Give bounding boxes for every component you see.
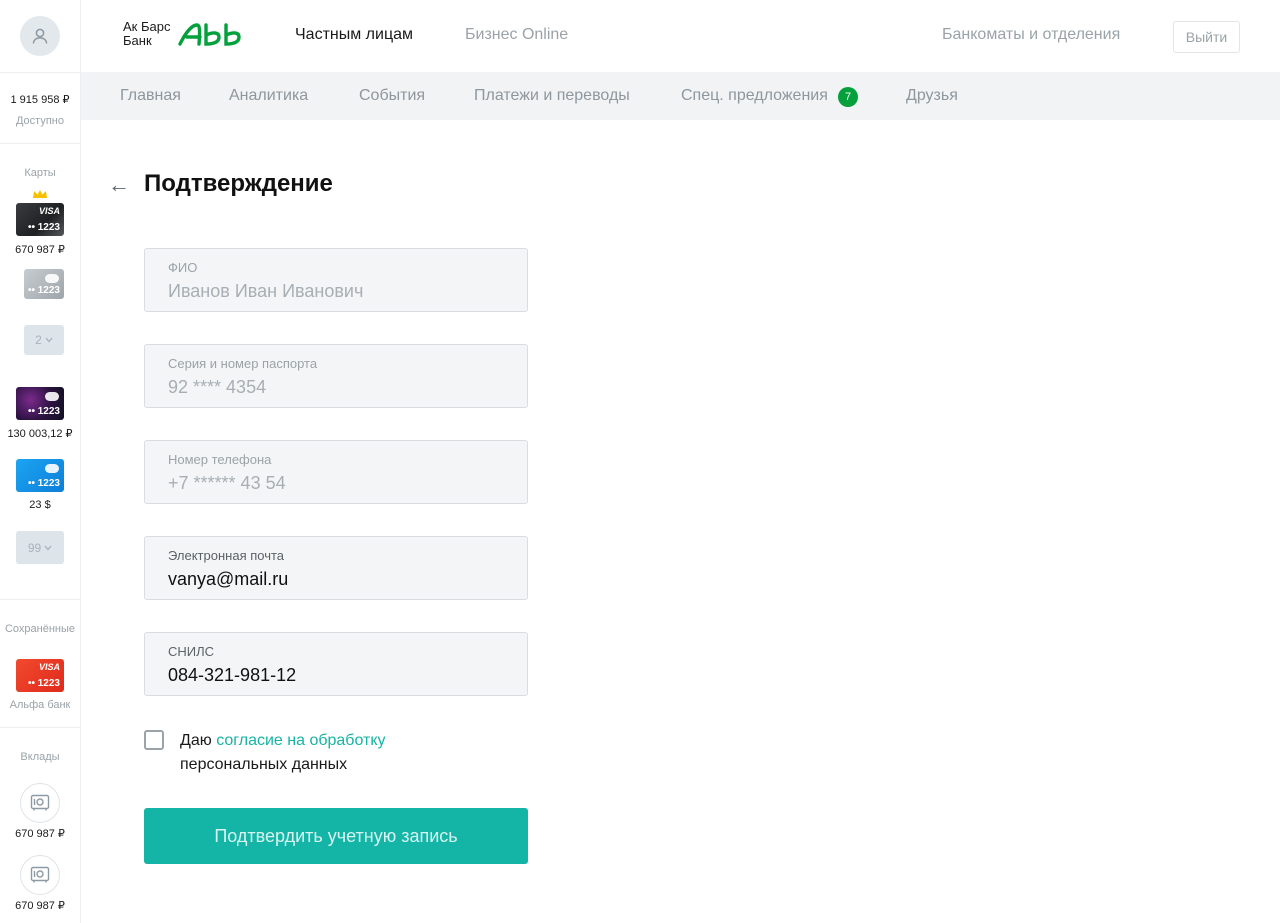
logout-button[interactable]: Выйти [1173, 21, 1240, 53]
consent-prefix: Даю [180, 732, 217, 749]
toggle-icon [45, 274, 59, 283]
toggle-icon [45, 392, 59, 401]
card-amount: 23 $ [29, 499, 51, 511]
sidebar-divider [0, 727, 80, 728]
field-value: 92 **** 4354 [168, 377, 267, 397]
deposit-1[interactable] [20, 783, 60, 823]
chevron-down-icon [44, 545, 52, 550]
card-4[interactable]: •• 1223 [16, 459, 64, 492]
cards-stack-button[interactable]: 99 [16, 531, 64, 564]
field-value[interactable]: vanya@mail.ru [168, 569, 288, 590]
deposits-section-title: Вклады [20, 751, 60, 763]
deposit-2[interactable] [20, 855, 60, 895]
stack-count: 99 [27, 540, 42, 555]
card-number: •• 1223 [27, 478, 60, 489]
consent-checkbox[interactable] [144, 730, 164, 750]
full-name-field: ФИО Иванов Иван Иванович [144, 248, 528, 312]
avatar[interactable] [20, 16, 60, 56]
cards-stack-button[interactable]: 2 [24, 325, 64, 355]
nav-home[interactable]: Главная [120, 87, 181, 105]
consent-link[interactable]: согласие на обработку [216, 732, 385, 749]
nav-private-clients[interactable]: Частным лицам [295, 26, 413, 44]
nav-events[interactable]: События [359, 87, 425, 105]
card-number: •• 1223 [27, 222, 60, 233]
confirm-account-button[interactable]: Подтвердить учетную запись [144, 808, 528, 864]
card-1[interactable]: VISA •• 1223 [16, 203, 64, 236]
sidebar-divider [0, 143, 80, 144]
top-header: Ак Барс Банк Частным лицам Бизнес Online… [81, 0, 1280, 72]
deposit-amount: 670 987 ₽ [15, 900, 65, 912]
field-label: ФИО [168, 260, 198, 275]
snils-field[interactable]: СНИЛС 084-321-981-12 [144, 632, 528, 696]
field-value: Иванов Иван Иванович [168, 281, 364, 301]
user-icon [32, 28, 48, 44]
total-balance: 1 915 958 ₽ [10, 94, 70, 106]
sidebar: 1 915 958 ₽ Доступно Карты VISA •• 1223 … [0, 0, 81, 923]
nav-friends[interactable]: Друзья [906, 87, 958, 105]
saved-card[interactable]: VISA •• 1223 [16, 659, 64, 692]
nav-business-online[interactable]: Бизнес Online [465, 26, 568, 44]
nav-analytics[interactable]: Аналитика [229, 87, 308, 105]
atm-branches-link[interactable]: Банкоматы и отделения [942, 26, 1120, 44]
card-number: •• 1223 [27, 285, 60, 296]
nav-special-offers[interactable]: Спец. предложения [681, 87, 828, 105]
field-value: +7 ****** 43 54 [168, 473, 286, 493]
offers-count-badge: 7 [838, 87, 858, 107]
field-label: Номер телефона [168, 452, 272, 467]
safe-icon [30, 794, 50, 811]
saved-card-bank: Альфа банк [9, 699, 71, 711]
phone-field: Номер телефона +7 ****** 43 54 [144, 440, 528, 504]
sidebar-divider [0, 72, 80, 73]
balance-caption: Доступно [15, 115, 64, 127]
card-number: •• 1223 [27, 406, 60, 417]
logo-line-2: Банк [123, 33, 152, 48]
visa-logo: VISA [38, 206, 60, 216]
back-arrow-icon[interactable]: ← [108, 172, 130, 198]
card-2[interactable]: •• 1223 [24, 269, 64, 299]
card-3[interactable]: •• 1223 [16, 387, 64, 420]
nav-payments[interactable]: Платежи и переводы [474, 87, 630, 105]
consent-suffix: персональных данных [180, 756, 348, 773]
safe-icon [30, 866, 50, 883]
toggle-icon [45, 464, 59, 473]
field-label: Серия и номер паспорта [168, 356, 318, 371]
cards-section-title: Карты [24, 167, 56, 179]
email-field[interactable]: Электронная почта vanya@mail.ru [144, 536, 528, 600]
sidebar-divider [0, 599, 80, 600]
passport-field: Серия и номер паспорта 92 **** 4354 [144, 344, 528, 408]
deposit-amount: 670 987 ₽ [15, 828, 65, 840]
card-amount: 670 987 ₽ [15, 244, 65, 256]
field-label: СНИЛС [168, 644, 215, 659]
card-number: •• 1223 [27, 678, 60, 689]
bank-logo[interactable]: Ак Барс Банк [123, 19, 241, 48]
chevron-down-icon [45, 337, 53, 343]
logo-mark-icon [178, 23, 241, 46]
card-amount: 130 003,12 ₽ [7, 428, 73, 440]
consent-text: Даю согласие на обработку персональных д… [180, 729, 386, 777]
field-label: Электронная почта [168, 548, 285, 563]
logo-line-1: Ак Барс [123, 19, 171, 34]
main-nav: Главная Аналитика События Платежи и пере… [81, 72, 1280, 120]
saved-section-title: Сохранённые [4, 623, 76, 635]
crown-icon [33, 190, 47, 198]
stack-count: 2 [35, 333, 42, 347]
visa-logo: VISA [38, 662, 60, 672]
field-value[interactable]: 084-321-981-12 [168, 665, 296, 686]
page-title: Подтверждение [144, 170, 333, 197]
